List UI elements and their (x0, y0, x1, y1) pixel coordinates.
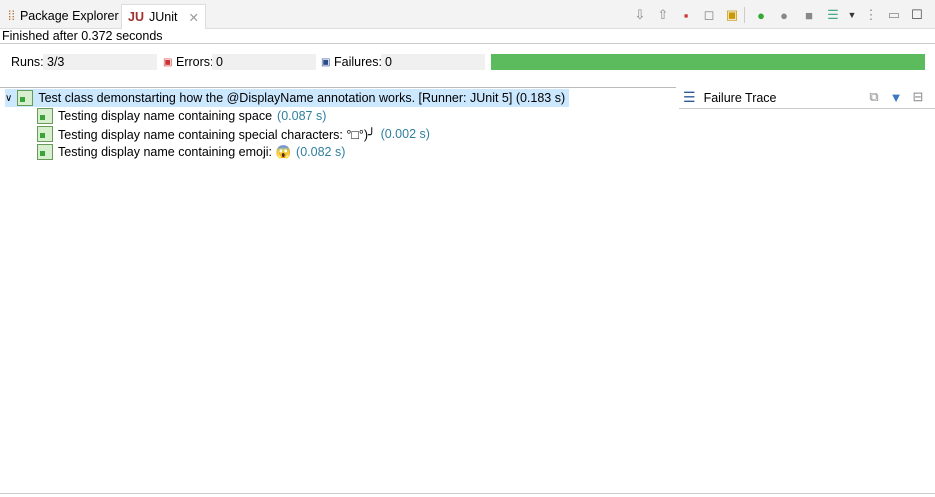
failure-trace-header: ☰ Failure Trace (683, 89, 777, 106)
layout-icon[interactable]: ⊟ (909, 88, 927, 106)
show-skipped-icon[interactable]: ◻ (700, 6, 718, 24)
maximize-icon[interactable]: ☐ (908, 6, 926, 24)
divider (0, 43, 935, 44)
view-menu-icon[interactable]: ⋮ (862, 6, 880, 24)
tab-package-explorer[interactable]: ⁞⁞ Package Explorer (2, 4, 125, 28)
tree-root-row[interactable]: ∨ Test class demonstarting how the @Disp… (5, 89, 570, 107)
package-explorer-icon: ⁞⁞ (8, 9, 15, 23)
runs-label: Runs: (11, 55, 44, 69)
next-failure-icon[interactable]: ⇩ (631, 6, 649, 24)
rerun-failed-first-icon[interactable]: ● (775, 6, 793, 24)
tree-root-label: Test class demonstarting how the @Displa… (38, 91, 566, 105)
scroll-lock-icon[interactable]: ▣ (723, 6, 741, 24)
test-time: (0.087 s) (277, 109, 327, 123)
compare-result-icon[interactable]: ⧉ (865, 88, 883, 106)
test-row[interactable]: Testing display name containing special … (37, 125, 430, 143)
tab-label: Package Explorer (19, 9, 119, 23)
run-status: Finished after 0.372 seconds (2, 29, 163, 43)
failure-trace-title: Failure Trace (703, 90, 777, 105)
errors-value: 0 (212, 54, 316, 70)
tree-top-border (0, 87, 676, 88)
close-icon[interactable]: ✕ (188, 10, 198, 25)
error-icon: ▣ (163, 57, 173, 68)
failure-icon: ▣ (321, 57, 331, 68)
chevron-down-icon[interactable]: ▼ (843, 6, 861, 24)
test-success-icon (37, 126, 53, 142)
test-time: (0.082 s) (296, 145, 346, 159)
junit-icon: JU (128, 10, 144, 24)
test-run-history-icon[interactable]: ☰ (824, 6, 842, 24)
bottom-border (0, 493, 935, 494)
failure-trace-border (679, 108, 935, 109)
errors-label: Errors: (176, 55, 214, 69)
tab-junit[interactable]: JU JUnit ✕ (121, 4, 206, 29)
failures-label: Failures: (334, 55, 382, 69)
test-label: Testing display name containing emoji: 😱 (58, 144, 292, 159)
toolbar-separator (744, 7, 745, 23)
test-label: Testing display name containing space (58, 109, 273, 123)
test-success-icon (37, 144, 53, 160)
previous-failure-icon[interactable]: ⇧ (654, 6, 672, 24)
test-suite-success-icon (17, 90, 34, 106)
progress-bar (491, 54, 925, 70)
rerun-icon[interactable]: ● (752, 6, 770, 24)
show-failures-only-icon[interactable]: ▪ (677, 6, 695, 24)
test-time: (0.002 s) (380, 127, 430, 141)
failures-value: 0 (381, 54, 485, 70)
chevron-down-icon[interactable]: ∨ (5, 93, 12, 104)
tab-label: JUnit (148, 10, 178, 24)
test-row[interactable]: Testing display name containing space (0… (37, 107, 326, 125)
progress-fill (491, 54, 925, 70)
view-tab-bar: ⁞⁞ Package Explorer JU JUnit ✕ ⇩ ⇧ ▪ ◻ ▣… (0, 0, 935, 29)
minimize-icon[interactable]: ▭ (885, 6, 903, 24)
filter-stack-icon[interactable]: ▼ (887, 88, 905, 106)
list-icon: ☰ (683, 89, 696, 105)
test-label: Testing display name containing special … (58, 127, 376, 142)
runs-value: 3/3 (43, 54, 157, 70)
test-row[interactable]: Testing display name containing emoji: 😱… (37, 143, 345, 161)
stop-icon[interactable]: ■ (800, 6, 818, 24)
test-success-icon (37, 108, 53, 124)
